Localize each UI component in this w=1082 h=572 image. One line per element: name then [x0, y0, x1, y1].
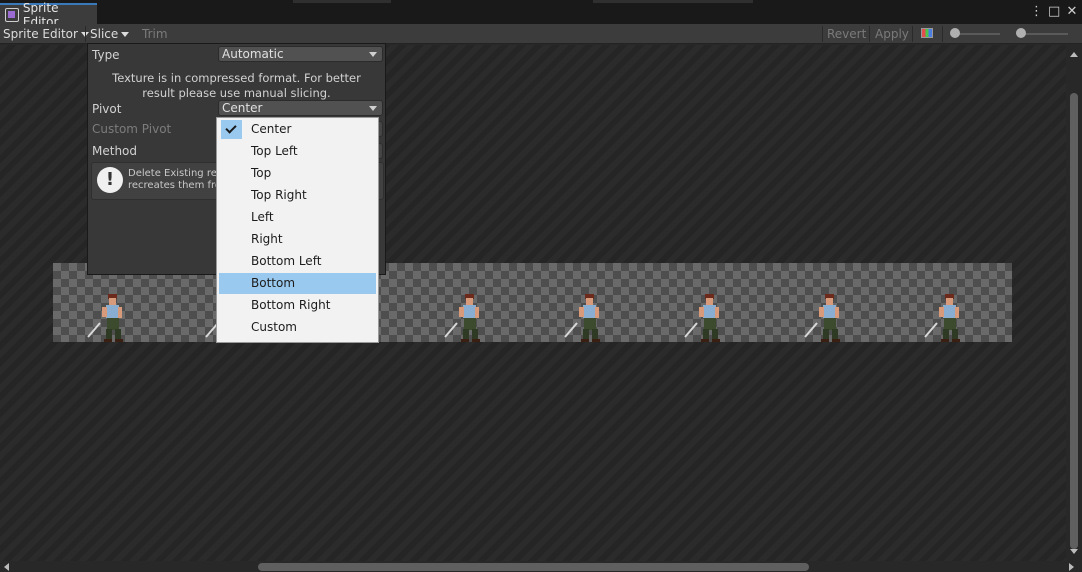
window-controls: ⋮ □ ✕ [1030, 4, 1078, 20]
pivot-menu-item-label: Bottom Right [251, 298, 331, 312]
color-channel-icon[interactable] [921, 28, 933, 38]
vertical-scroll-thumb[interactable] [1070, 93, 1078, 549]
pivot-menu-item-label: Custom [251, 320, 297, 334]
checkmark-icon [221, 120, 242, 139]
trim-button[interactable]: Trim [139, 24, 171, 44]
scroll-left-icon[interactable] [4, 563, 9, 571]
zoom-slider-knob[interactable] [950, 28, 960, 38]
apply-button[interactable]: Apply [872, 24, 912, 44]
pivot-menu-item-label: Right [251, 232, 283, 246]
type-dropdown-value: Automatic [222, 47, 284, 61]
warning-icon: ! [97, 167, 123, 193]
pivot-menu-item-label: Top [251, 166, 272, 180]
pivot-menu-item[interactable]: Custom [219, 317, 376, 338]
toolbar-divider [85, 26, 86, 42]
pivot-dropdown[interactable]: Center [218, 100, 383, 116]
pivot-menu: Center Top Left Top Top Right Left Right Botto… [216, 117, 379, 343]
pivot-menu-item-label: Top Right [251, 188, 307, 202]
scroll-right-icon[interactable] [1069, 563, 1074, 571]
sprite-frame[interactable] [86, 293, 126, 342]
pivot-menu-item[interactable]: Center [219, 119, 376, 140]
toolbar-divider [822, 26, 823, 42]
pivot-menu-item[interactable]: Top [219, 163, 376, 184]
horizontal-scroll-thumb[interactable] [258, 563, 809, 571]
pivot-menu-item-label: Bottom Left [251, 254, 322, 268]
revert-button[interactable]: Revert [824, 24, 869, 44]
pivot-dropdown-value: Center [222, 101, 263, 115]
pivot-menu-item[interactable]: Bottom Right [219, 295, 376, 316]
custom-pivot-label: Custom Pivot [92, 122, 172, 136]
type-label: Type [92, 48, 120, 62]
chevron-down-icon [369, 52, 377, 57]
compressed-notice: Texture is in compressed format. For bet… [112, 71, 361, 100]
slice-button[interactable]: Slice [87, 24, 132, 44]
pivot-menu-item[interactable]: Bottom Left [219, 251, 376, 272]
chevron-down-icon [369, 106, 377, 111]
sprite-frame[interactable] [923, 293, 963, 342]
scroll-down-icon[interactable] [1070, 549, 1078, 554]
maximize-icon[interactable]: □ [1048, 4, 1060, 20]
sprite-frame[interactable] [803, 293, 843, 342]
chevron-down-icon [121, 32, 130, 37]
toolbar-divider [869, 26, 870, 42]
dock-strip [593, 0, 753, 3]
sprite-frame[interactable] [683, 293, 723, 342]
help-text: Delete Existing rem recreates them fro [128, 168, 227, 191]
pivot-label: Pivot [92, 102, 122, 116]
more-options-icon[interactable]: ⋮ [1030, 4, 1043, 20]
pivot-menu-item-label: Left [251, 210, 274, 224]
sprite-frame[interactable] [563, 293, 603, 342]
method-label: Method [92, 144, 138, 158]
horizontal-scrollbar[interactable] [0, 561, 1082, 572]
mode-dropdown-label: Sprite Editor [3, 27, 78, 41]
toolbar-divider [912, 26, 913, 42]
scroll-up-icon[interactable] [1070, 52, 1078, 57]
sprite-editor-icon [5, 7, 19, 22]
dock-strip [293, 0, 391, 3]
title-bar: Sprite Editor ⋮ □ ✕ [0, 0, 1082, 29]
pivot-menu-item[interactable]: Right [219, 229, 376, 250]
toolbar-divider [942, 26, 943, 42]
sprite-editor-tab[interactable]: Sprite Editor [0, 1, 97, 29]
pivot-menu-item[interactable]: Top Left [219, 141, 376, 162]
pivot-menu-item[interactable]: Top Right [219, 185, 376, 206]
mip-slider-knob[interactable] [1016, 28, 1026, 38]
pivot-menu-item-label: Top Left [251, 144, 298, 158]
close-icon[interactable]: ✕ [1066, 4, 1078, 20]
pivot-menu-item[interactable]: Bottom [219, 273, 376, 294]
slice-label: Slice [90, 27, 119, 41]
pivot-menu-item[interactable]: Left [219, 207, 376, 228]
sprite-frame[interactable] [443, 293, 483, 342]
zoom-slider[interactable] [954, 33, 1000, 35]
mode-dropdown[interactable]: Sprite Editor [0, 24, 92, 44]
type-dropdown[interactable]: Automatic [218, 46, 383, 62]
vertical-scrollbar[interactable] [1066, 45, 1082, 561]
pivot-menu-item-label: Bottom [251, 276, 296, 290]
toolbar: Sprite Editor Slice Trim Revert Apply [0, 24, 1082, 44]
pivot-menu-item-label: Center [251, 122, 292, 136]
